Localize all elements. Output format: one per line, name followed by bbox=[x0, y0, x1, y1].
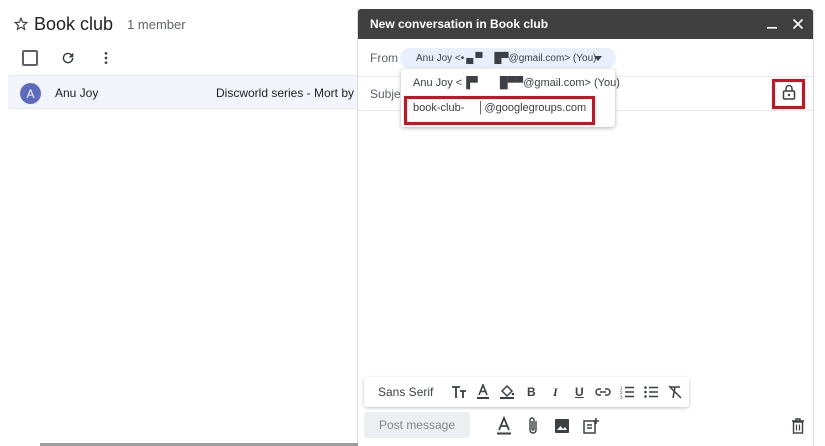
star-icon[interactable] bbox=[13, 16, 29, 31]
image-icon[interactable] bbox=[552, 416, 572, 436]
trash-icon[interactable] bbox=[788, 416, 808, 436]
format-options-icon[interactable] bbox=[494, 416, 514, 436]
numbered-list-icon[interactable]: 123 bbox=[615, 382, 639, 402]
compose-titlebar: New conversation in Book club bbox=[358, 9, 813, 39]
attach-icon[interactable] bbox=[523, 416, 543, 436]
refresh-icon[interactable] bbox=[60, 50, 76, 66]
thread-sender: Anu Joy bbox=[55, 86, 99, 100]
permission-lock-button[interactable] bbox=[772, 79, 805, 109]
member-count[interactable]: 1 member bbox=[127, 17, 186, 32]
from-dropdown-menu: Anu Joy <▐▀ █▀▀@gmail.com> (You) book-cl… bbox=[401, 69, 620, 127]
bulleted-list-icon[interactable] bbox=[639, 382, 663, 402]
clear-format-icon[interactable] bbox=[663, 382, 687, 402]
link-icon[interactable] bbox=[591, 382, 615, 402]
font-select[interactable]: Sans Serif bbox=[378, 385, 433, 399]
italic-icon[interactable]: I bbox=[543, 382, 567, 402]
caret-down-icon[interactable] bbox=[594, 56, 602, 61]
underline-icon[interactable]: U bbox=[567, 382, 591, 402]
formatting-toolbar: Sans Serif B I U 123 bbox=[364, 377, 689, 407]
text-color-icon[interactable] bbox=[471, 382, 495, 402]
from-select[interactable]: Anu Joy <• ▄ ▀ █▀@gmail.com> (You) bbox=[400, 48, 616, 68]
group-header: Book club 1 member bbox=[13, 12, 186, 36]
compose-action-bar: Post message bbox=[364, 412, 809, 440]
lock-icon bbox=[782, 84, 796, 105]
table-row[interactable]: A Anu Joy Discworld series - Mort by Te bbox=[8, 75, 368, 109]
add-note-icon[interactable] bbox=[581, 416, 601, 436]
minimize-icon[interactable] bbox=[761, 13, 783, 35]
from-value: Anu Joy <• ▄ ▀ █▀@gmail.com> (You) bbox=[416, 52, 597, 64]
from-label: From bbox=[370, 51, 398, 65]
text-size-icon[interactable] bbox=[447, 382, 471, 402]
bold-icon[interactable]: B bbox=[519, 382, 543, 402]
from-option-group[interactable]: book-club- │@googlegroups.com bbox=[413, 102, 586, 114]
from-option-personal[interactable]: Anu Joy <▐▀ █▀▀@gmail.com> (You) bbox=[413, 77, 620, 89]
svg-text:3: 3 bbox=[620, 395, 623, 400]
list-toolbar bbox=[22, 50, 114, 66]
compose-dialog: New conversation in Book club From Anu J… bbox=[357, 9, 814, 446]
group-title: Book club bbox=[34, 13, 114, 34]
avatar: A bbox=[20, 83, 41, 104]
thread-subject: Discworld series - Mort by Te bbox=[216, 86, 366, 100]
post-message-button[interactable]: Post message bbox=[364, 412, 470, 438]
more-vert-icon[interactable] bbox=[98, 50, 114, 66]
select-all-checkbox[interactable] bbox=[22, 50, 38, 66]
close-icon[interactable] bbox=[787, 13, 809, 35]
compose-title: New conversation in Book club bbox=[370, 17, 549, 31]
fill-color-icon[interactable] bbox=[495, 382, 519, 402]
